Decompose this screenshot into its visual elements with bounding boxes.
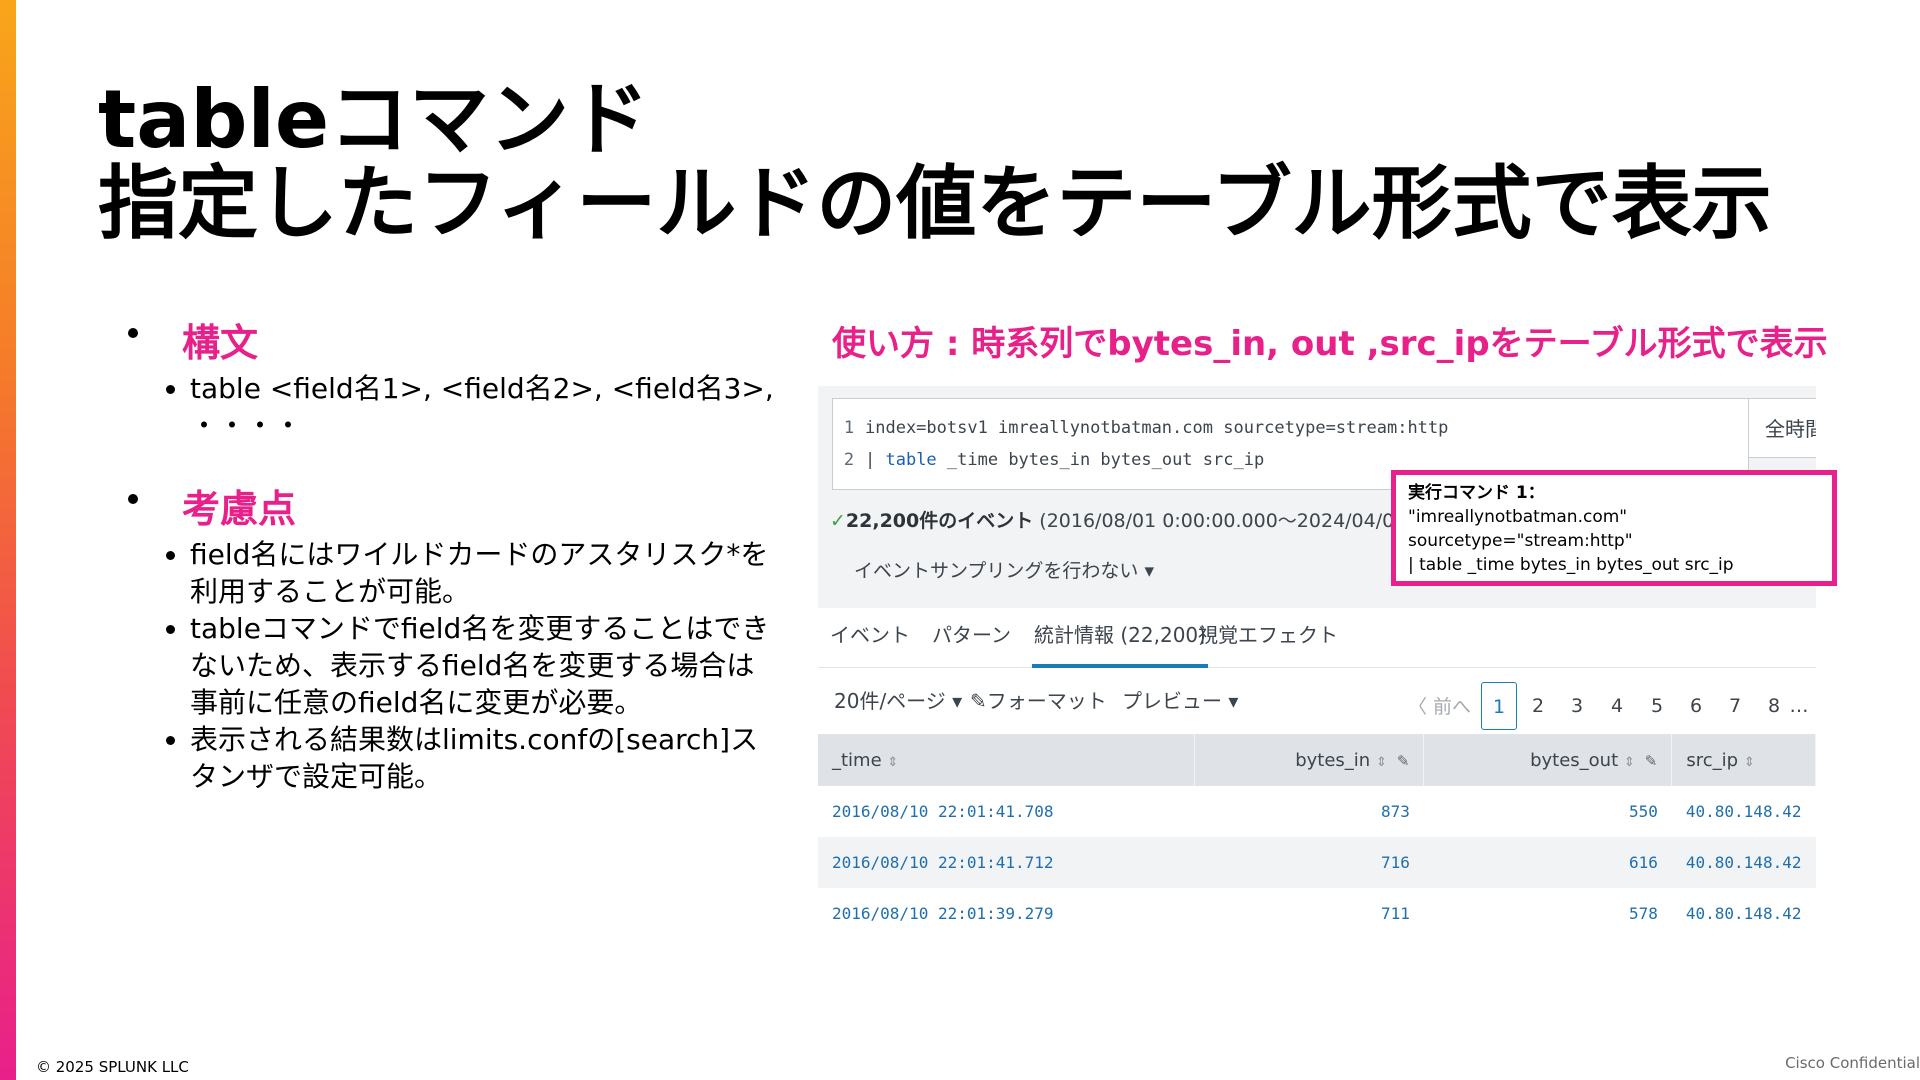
page-1[interactable]: 1 [1481, 682, 1517, 730]
syntax-section: 構文 table <field名1>, <field名2>, <field名3>… [120, 318, 780, 444]
sort-icon: ⇕ [1375, 754, 1387, 770]
copyright: © 2025 SPLUNK LLC [36, 1058, 189, 1076]
code-keyword: table [885, 450, 937, 470]
format-label: フォーマット [986, 689, 1107, 713]
tab-patterns[interactable]: パターン [932, 608, 1011, 668]
table-header-row: _time ⇕ bytes_in ⇕ ✎ bytes_out ⇕ ✎ src_ip … [818, 734, 1816, 786]
result-tabs: イベント パターン 統計情報 (22,200) 視覚エフェクト [818, 608, 1816, 668]
title-line-1: tableコマンド [98, 73, 650, 166]
event-count-value: 22,200件のイベント [845, 510, 1034, 532]
cell-time[interactable]: 2016/08/10 22:01:39.279 [818, 888, 1195, 936]
page-ellipsis: … [1789, 695, 1809, 717]
tab-visualization[interactable]: 視覚エフェクト [1198, 608, 1338, 668]
considerations-item: field名にはワイルドカードのアスタリスク*を利用することが可能。 [162, 536, 780, 610]
page-4[interactable]: 4 [1599, 682, 1635, 730]
cell-bytes-in[interactable]: 711 [1195, 888, 1424, 936]
usage-title: 使い方 : 時系列でbytes_in, out ,src_ipをテーブル形式で表… [832, 324, 1828, 364]
considerations-section: 考慮点 field名にはワイルドカードのアスタリスク*を利用することが可能。 t… [120, 484, 780, 795]
tab-events[interactable]: イベント [830, 608, 910, 668]
table-row: 2016/08/10 22:01:41.712 716 616 40.80.14… [818, 837, 1816, 888]
per-page-dropdown[interactable]: 20件/ページ ▾ [834, 688, 962, 714]
callout-line: | table _time bytes_in bytes_out src_ip [1408, 555, 1734, 575]
pencil-icon[interactable]: ✎ [1645, 752, 1658, 770]
table-row: 2016/08/10 22:01:41.708 873 550 40.80.14… [818, 786, 1816, 837]
callout-line: sourcetype="stream:http" [1408, 531, 1633, 551]
column-label: bytes_in [1295, 749, 1371, 771]
callout-line: "imreallynotbatman.com" [1408, 507, 1628, 527]
syntax-item: table <field名1>, <field名2>, <field名3>, ・… [162, 370, 780, 444]
search-screenshot: 1 index=botsv1 imreallynotbatman.com sour… [818, 386, 1816, 936]
sampling-dropdown[interactable]: イベントサンプリングを行わない ▾ [854, 558, 1154, 584]
column-label: src_ip [1686, 749, 1739, 771]
code-line-1: 1 index=botsv1 imreallynotbatman.com sour… [833, 413, 1449, 443]
cell-bytes-out[interactable]: 550 [1424, 786, 1672, 837]
page-5[interactable]: 5 [1639, 682, 1675, 730]
cell-time[interactable]: 2016/08/10 22:01:41.712 [818, 837, 1195, 888]
pencil-icon: ✎ [970, 689, 987, 713]
tab-statistics[interactable]: 統計情報 (22,200) [1032, 608, 1208, 668]
column-label: bytes_out [1530, 749, 1619, 771]
column-label: _time [832, 749, 882, 771]
result-toolbar: 20件/ページ ▾ ✎フォーマット プレビュー ▾ 〈 前へ 1 2 3 4 5… [818, 668, 1816, 734]
line-number: 1 [843, 418, 855, 438]
cell-time[interactable]: 2016/08/10 22:01:41.708 [818, 786, 1195, 837]
cell-src-ip[interactable]: 40.80.148.42 [1671, 837, 1816, 888]
sort-icon: ⇕ [887, 754, 899, 770]
line-number: 2 [843, 450, 855, 470]
column-header-bytes-out[interactable]: bytes_out ⇕ ✎ [1423, 734, 1673, 786]
page-3[interactable]: 3 [1559, 682, 1595, 730]
column-header-time[interactable]: _time ⇕ [818, 734, 1196, 786]
accent-bar [0, 0, 16, 1080]
bullet [128, 328, 138, 338]
callout-title: 実行コマンド 1： [1408, 483, 1545, 503]
syntax-title: 構文 [182, 321, 259, 365]
considerations-title: 考慮点 [182, 487, 297, 531]
cell-bytes-out[interactable]: 616 [1423, 837, 1672, 888]
results-table: _time ⇕ bytes_in ⇕ ✎ bytes_out ⇕ ✎ src_ip … [818, 734, 1816, 936]
sort-icon: ⇕ [1623, 754, 1635, 770]
check-icon: ✓ [830, 510, 846, 532]
column-header-bytes-in[interactable]: bytes_in ⇕ ✎ [1194, 734, 1425, 786]
page-7[interactable]: 7 [1717, 682, 1753, 730]
format-button[interactable]: ✎フォーマット [970, 688, 1107, 714]
title-line-2: 指定したフィールドの値をテーブル形式で表示 [98, 157, 1772, 250]
prev-page-button[interactable]: 〈 前へ [1408, 694, 1471, 720]
column-header-src-ip[interactable]: src_ip ⇕ [1671, 734, 1816, 786]
pencil-icon[interactable]: ✎ [1397, 752, 1410, 770]
syntax-list: table <field名1>, <field名2>, <field名3>, ・… [162, 370, 780, 444]
cell-bytes-out[interactable]: 578 [1424, 888, 1672, 936]
slide-title: tableコマンド 指定したフィールドの値をテーブル形式で表示 [98, 78, 1858, 246]
code-text: index=botsv1 imreallynotbatman.com sourc… [865, 418, 1449, 438]
code-line-2: 2 | table _time bytes_in bytes_out src_ip [833, 445, 1264, 475]
considerations-item: tableコマンドでfield名を変更することはできないため、表示するfield… [162, 610, 780, 721]
bullet [128, 494, 138, 504]
code-text: _time bytes_in bytes_out src_ip [936, 450, 1265, 470]
left-column: 構文 table <field名1>, <field名2>, <field名3>… [120, 318, 780, 795]
page-6[interactable]: 6 [1678, 682, 1714, 730]
cell-src-ip[interactable]: 40.80.148.42 [1672, 888, 1816, 936]
confidential-label: Cisco Confidential [1785, 1054, 1920, 1072]
considerations-list: field名にはワイルドカードのアスタリスク*を利用することが可能。 table… [162, 536, 780, 795]
code-pipe: | [865, 450, 886, 470]
cell-bytes-in[interactable]: 716 [1194, 837, 1424, 888]
time-range-picker[interactable]: 全時間 [1749, 398, 1816, 458]
cell-bytes-in[interactable]: 873 [1195, 786, 1424, 837]
sort-icon: ⇕ [1743, 754, 1755, 770]
page-2[interactable]: 2 [1520, 682, 1556, 730]
cell-src-ip[interactable]: 40.80.148.42 [1672, 786, 1816, 837]
table-row: 2016/08/10 22:01:39.279 711 578 40.80.14… [818, 888, 1816, 936]
considerations-item: 表示される結果数はlimits.confの[search]スタンザで設定可能。 [162, 721, 780, 795]
preview-dropdown[interactable]: プレビュー ▾ [1122, 688, 1238, 714]
command-callout: 実行コマンド 1： "imreallynotbatman.com" source… [1391, 470, 1837, 586]
